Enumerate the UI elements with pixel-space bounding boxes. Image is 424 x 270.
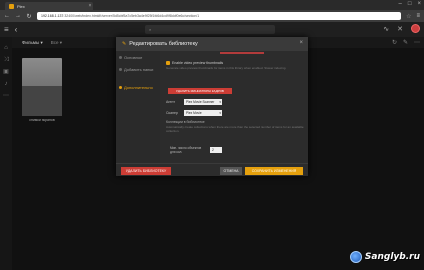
menu-icon[interactable]: ≡ <box>416 13 420 19</box>
bullet-icon <box>119 56 122 59</box>
poster-lower <box>22 86 62 116</box>
scanner-value: Plex Movie <box>186 111 202 115</box>
agent-value: Plex Movie Scanner <box>186 100 215 104</box>
plex-favicon-icon <box>9 3 14 9</box>
tab-title: Plex <box>17 3 25 9</box>
sidebar-item-label: Добавить папки <box>124 67 154 72</box>
home-icon[interactable]: ⌂ <box>3 45 9 51</box>
min-collection-row: Мин. число объектов для кол. 2 <box>170 146 222 154</box>
modal-title: Редактировать библиотеку <box>129 41 198 47</box>
close-icon[interactable]: × <box>299 40 303 46</box>
reload-icon[interactable]: ↻ <box>26 13 32 20</box>
sidebar-item-general[interactable]: Основное <box>119 55 142 60</box>
sidebar-item-label: Дополнительно <box>124 85 153 90</box>
minimize-icon[interactable]: – <box>399 1 402 7</box>
tab-close-icon[interactable]: × <box>87 3 93 9</box>
browser-tabbar: Plex × – □ × <box>0 0 424 10</box>
activity-icon[interactable]: ∿ <box>383 25 389 33</box>
back-icon[interactable]: ← <box>4 13 10 19</box>
save-button[interactable]: СОХРАНИТЬ ИЗМЕНЕНИЯ <box>245 167 303 175</box>
shuffle-icon[interactable]: ⤨ <box>3 57 9 63</box>
collections-help: Automatically create collections when th… <box>166 125 304 133</box>
video-preview-checkbox-row[interactable]: Enable video preview thumbnails <box>166 61 223 65</box>
checkbox-label: Enable video preview thumbnails <box>172 61 224 65</box>
agent-label: Агент <box>166 100 176 104</box>
scroll-indicator <box>220 52 264 54</box>
more-icon[interactable]: ⋯ <box>3 93 9 99</box>
library-view-filter[interactable]: Все ▾ <box>51 40 62 46</box>
chevron-down-icon: ▾ <box>219 100 221 104</box>
modal-header: ✎ Редактировать библиотеку <box>116 37 308 51</box>
checkbox[interactable] <box>166 61 170 65</box>
sidebar-item-label: Основное <box>124 55 143 60</box>
maximize-icon[interactable]: □ <box>408 1 412 7</box>
edit-library-modal: ✎ Редактировать библиотеку × Основное До… <box>116 37 308 176</box>
delete-library-button[interactable]: УДАЛИТЬ БИБЛИОТЕКУ <box>121 167 171 175</box>
more-options-icon[interactable]: ⋯ <box>414 39 420 46</box>
watermark: Sanglyb.ru <box>349 251 420 263</box>
scanner-row: Сканер Plex Movie ▾ <box>166 110 222 116</box>
sidebar-item-advanced[interactable]: Дополнительно <box>119 85 153 90</box>
agent-select[interactable]: Plex Movie Scanner ▾ <box>184 99 222 105</box>
scanner-label: Сканер <box>166 111 178 115</box>
search-icon: ⌕ <box>149 27 152 32</box>
min-collection-input[interactable]: 2 <box>210 147 222 153</box>
library-toolbar-actions: ↻ ✎ ⋯ <box>392 39 420 46</box>
close-window-icon[interactable]: × <box>417 1 421 7</box>
url-path: :32400/web/index.html#!/server/5d5cbf5a7… <box>63 14 200 18</box>
sidebar-item-folders[interactable]: Добавить папки <box>119 67 159 72</box>
bullet-icon <box>119 68 122 71</box>
poster-label: снимки экранов <box>29 118 55 122</box>
help-text: Generate video preview thumbnails for it… <box>166 66 287 70</box>
music-icon[interactable]: ♪ <box>3 81 9 87</box>
app-header: ≡ ‹ ⌕ ∿ ✕ <box>0 22 424 37</box>
scanner-select[interactable]: Plex Movie ▾ <box>184 110 222 116</box>
edit-icon-small: ✎ <box>122 41 127 47</box>
header-actions: ∿ ✕ <box>383 24 420 33</box>
delete-thumbnails-button[interactable]: УДАЛИТЬ МИНИАТЮРЫ КАДРОВ <box>168 88 232 94</box>
cancel-button[interactable]: ОТМЕНА <box>220 167 242 175</box>
url-host: 192.168.1.137 <box>41 14 64 18</box>
watermark-text: Sanglyb.ru <box>364 252 420 262</box>
search-input[interactable]: ⌕ <box>145 25 275 34</box>
url-input[interactable]: 192.168.1.137:32400/web/index.html#!/ser… <box>37 12 402 20</box>
modal-body: Enable video preview thumbnails Generate… <box>162 51 308 163</box>
left-rail: ⌂ ⤨ ▣ ♪ ⋯ <box>0 37 12 270</box>
bullet-icon <box>119 86 122 89</box>
refresh-icon[interactable]: ↻ <box>392 39 397 46</box>
star-icon[interactable]: ☆ <box>406 13 411 20</box>
chevron-down-icon: ▾ <box>219 111 221 115</box>
avatar[interactable] <box>411 24 420 33</box>
hamburger-icon[interactable]: ≡ <box>4 25 9 34</box>
address-bar: ← → ↻ 192.168.1.137:32400/web/index.html… <box>0 10 424 22</box>
film-icon[interactable]: ▣ <box>3 69 9 75</box>
modal-sidebar: Основное Добавить папки Дополнительно <box>116 51 160 163</box>
forward-icon[interactable]: → <box>15 13 21 19</box>
settings-icon[interactable]: ✕ <box>397 25 403 33</box>
app-back-icon[interactable]: ‹ <box>15 25 18 34</box>
agent-row: Агент Plex Movie Scanner ▾ <box>166 99 222 105</box>
library-type-filter[interactable]: Фильмы ▾ <box>22 40 43 46</box>
edit-icon[interactable]: ✎ <box>403 39 408 46</box>
modal-footer: УДАЛИТЬ БИБЛИОТЕКУ ОТМЕНА СОХРАНИТЬ ИЗМЕ… <box>116 163 308 176</box>
globe-logo-icon <box>349 251 362 263</box>
min-label: Мин. число объектов для кол. <box>170 146 202 154</box>
browser-tab[interactable]: Plex × <box>5 2 93 10</box>
window-controls: – □ × <box>399 1 421 7</box>
